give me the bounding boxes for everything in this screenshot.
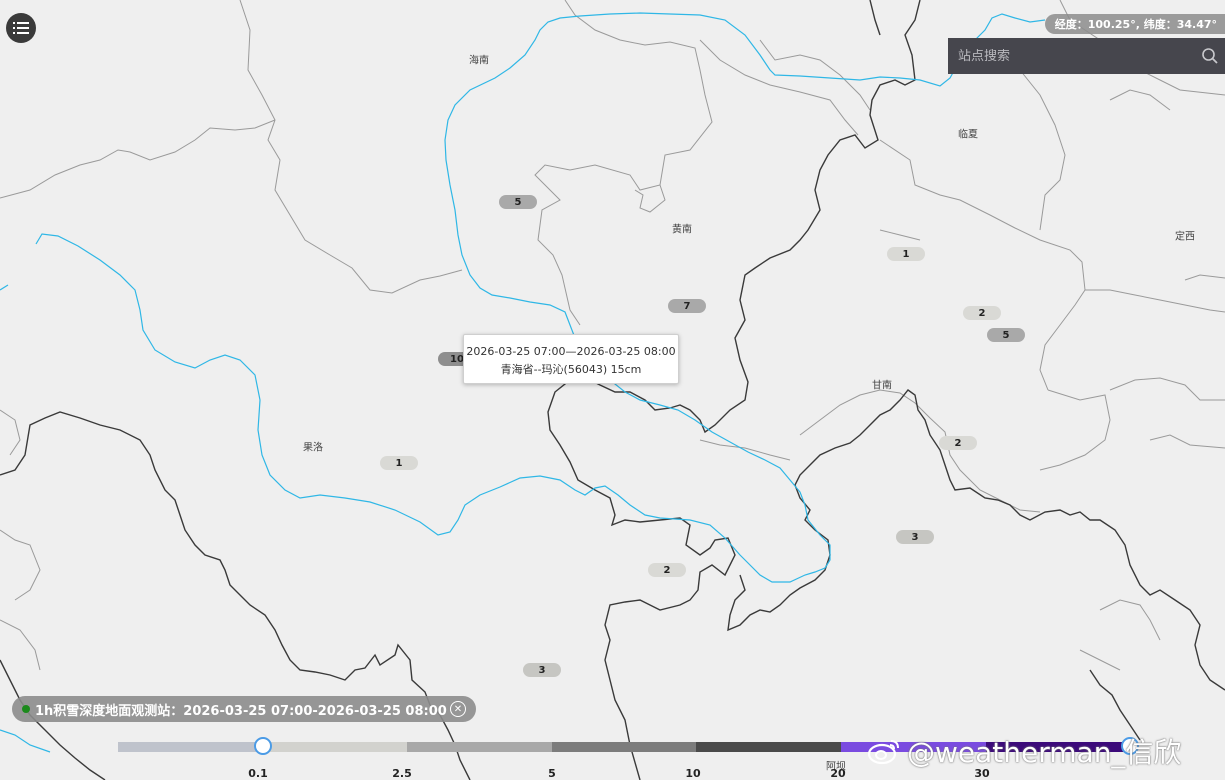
watermark: @weatherman_信欣 [867, 731, 1181, 771]
menu-icon [13, 22, 29, 34]
place-label-dingxi: 定西 [1175, 231, 1195, 243]
status-dot [22, 705, 30, 713]
scale-segment[interactable] [407, 742, 552, 752]
station-marker[interactable]: 3 [896, 530, 934, 544]
scale-segment[interactable] [263, 742, 407, 752]
coordinate-readout: 经度：100.25°, 纬度：34.47° [1044, 14, 1225, 34]
scale-segment[interactable] [118, 742, 263, 752]
scale-tick-label: 2.5 [392, 767, 412, 780]
scale-tick-label: 20 [830, 767, 846, 780]
station-marker[interactable]: 7 [668, 299, 706, 313]
station-marker[interactable]: 2 [648, 563, 686, 577]
menu-button[interactable] [6, 13, 36, 43]
close-icon[interactable]: ✕ [450, 701, 466, 717]
search-icon[interactable] [1195, 38, 1225, 74]
station-marker[interactable]: 1 [380, 456, 418, 470]
province-boundaries [0, 0, 1225, 780]
watermark-text: @weatherman_信欣 [907, 736, 1182, 769]
place-label-huangnan: 黄南 [672, 224, 692, 236]
place-label-linxia: 临夏 [958, 129, 978, 141]
station-marker[interactable]: 5 [987, 328, 1025, 342]
station-marker[interactable]: 5 [499, 195, 537, 209]
station-tooltip: 2026-03-25 07:00—2026-03-25 08:00 青海省--玛… [463, 334, 679, 384]
station-marker[interactable]: 2 [939, 436, 977, 450]
scale-segment[interactable] [696, 742, 841, 752]
tooltip-station: 青海省--玛沁(56043) 15cm [500, 363, 642, 376]
scale-tick-label: 0.1 [248, 767, 268, 780]
scale-segment[interactable] [552, 742, 696, 752]
station-marker[interactable]: 1 [887, 247, 925, 261]
legend-title: 1h积雪深度地面观测站：2026-03-25 07:00-2026-03-25 … [35, 703, 447, 719]
scale-tick-label: 10 [685, 767, 701, 780]
scale-tick-label: 5 [548, 767, 556, 780]
range-min-handle[interactable] [254, 737, 272, 755]
search-input[interactable] [948, 48, 1195, 64]
place-label-hainan: 海南 [469, 55, 489, 67]
tooltip-time: 2026-03-25 07:00—2026-03-25 08:00 [466, 345, 676, 358]
map-canvas[interactable] [0, 0, 1225, 780]
station-search[interactable] [948, 38, 1225, 74]
place-label-guoluo: 果洛 [303, 442, 323, 454]
station-marker[interactable]: 2 [963, 306, 1001, 320]
legend-title-bar: 1h积雪深度地面观测站：2026-03-25 07:00-2026-03-25 … [12, 696, 476, 722]
place-label-gannan: 甘南 [872, 380, 892, 392]
station-marker[interactable]: 3 [523, 663, 561, 677]
weibo-icon [867, 740, 899, 765]
